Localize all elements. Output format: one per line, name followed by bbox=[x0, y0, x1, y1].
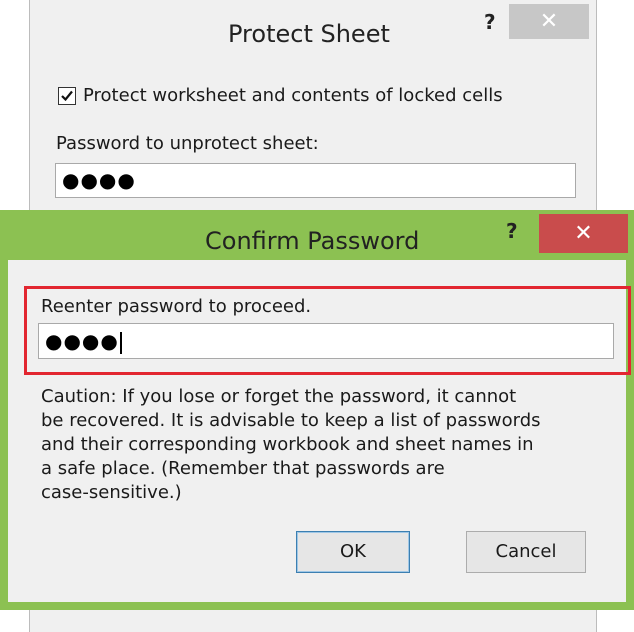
unprotect-password-label: Password to unprotect sheet: bbox=[56, 133, 319, 154]
caution-text: Caution: If you lose or forget the passw… bbox=[41, 386, 541, 503]
protect-checkbox-row[interactable]: Protect worksheet and contents of locked… bbox=[58, 85, 503, 106]
reenter-password-value: ●●●● bbox=[45, 329, 119, 353]
checkmark-icon bbox=[61, 90, 73, 101]
help-icon[interactable]: ? bbox=[484, 10, 496, 34]
close-icon[interactable]: ✕ bbox=[539, 214, 628, 253]
reenter-password-field[interactable]: ●●●● bbox=[38, 323, 614, 359]
protect-sheet-title: Protect Sheet bbox=[228, 20, 390, 48]
cancel-button[interactable]: Cancel bbox=[466, 531, 586, 573]
unprotect-password-field[interactable]: ●●●● bbox=[55, 163, 576, 198]
reenter-password-label: Reenter password to proceed. bbox=[41, 296, 312, 317]
protect-checkbox-label: Protect worksheet and contents of locked… bbox=[83, 85, 503, 106]
text-caret bbox=[119, 331, 122, 354]
protect-checkbox[interactable] bbox=[58, 86, 76, 105]
help-icon[interactable]: ? bbox=[506, 219, 518, 243]
confirm-password-title: Confirm Password bbox=[205, 227, 420, 255]
ok-button[interactable]: OK bbox=[296, 531, 410, 573]
close-icon[interactable]: ✕ bbox=[509, 4, 589, 39]
